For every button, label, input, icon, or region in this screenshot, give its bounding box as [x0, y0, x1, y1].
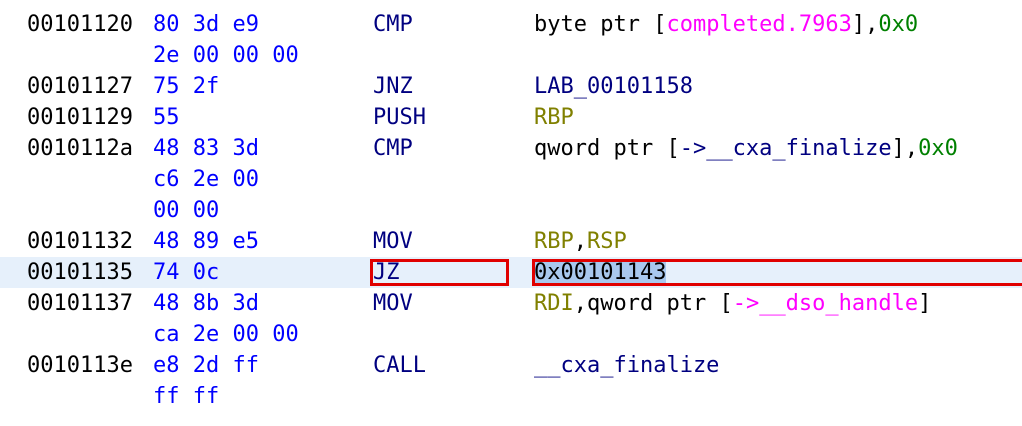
instruction-mnemonic[interactable]: CMP	[373, 9, 413, 40]
instruction-operands[interactable]: qword ptr [->__cxa_finalize],0x0	[534, 133, 958, 164]
operand-highlight-box	[532, 259, 1022, 286]
instruction-bytes[interactable]: 74 0c	[153, 257, 219, 288]
instruction-mnemonic[interactable]: CALL	[373, 350, 426, 381]
instruction-address[interactable]: 0010112a	[27, 133, 133, 164]
instruction-bytes[interactable]: 48 89 e5	[153, 226, 259, 257]
instruction-row[interactable]: 00101129 55 PUSH RBP	[0, 102, 1022, 133]
operand-immediate: 0x0	[878, 12, 919, 37]
instruction-bytes-continuation[interactable]: ff ff	[0, 381, 1022, 412]
instruction-mnemonic[interactable]: MOV	[373, 288, 413, 319]
instruction-mnemonic[interactable]: MOV	[373, 226, 413, 257]
instruction-address[interactable]: 00101135	[27, 257, 133, 288]
instruction-bytes[interactable]: ca 2e 00 00	[153, 319, 299, 350]
instruction-bytes-continuation[interactable]: 2e 00 00 00	[0, 40, 1022, 71]
operand-text: byte ptr [	[534, 12, 667, 37]
instruction-bytes-continuation[interactable]: c6 2e 00	[0, 164, 1022, 195]
operand-label[interactable]: LAB_00101158	[534, 74, 693, 99]
operand-label[interactable]: ->__cxa_finalize	[680, 136, 892, 161]
instruction-bytes[interactable]: 55	[153, 102, 180, 133]
mnemonic-highlight-box	[370, 259, 509, 286]
instruction-row[interactable]: 0010113e e8 2d ff CALL __cxa_finalize	[0, 350, 1022, 381]
instruction-bytes[interactable]: 00 00	[153, 195, 219, 226]
instruction-row[interactable]: 00101135 74 0c JZ 0x00101143	[0, 257, 1022, 288]
instruction-bytes[interactable]: 75 2f	[153, 71, 219, 102]
instruction-row[interactable]: 00101132 48 89 e5 MOV RBP,RSP	[0, 226, 1022, 257]
instruction-address[interactable]: 00101132	[27, 226, 133, 257]
operand-symbol[interactable]: ->__dso_handle	[733, 291, 918, 316]
instruction-address[interactable]: 00101137	[27, 288, 133, 319]
instruction-mnemonic[interactable]: JNZ	[373, 71, 413, 102]
instruction-bytes-continuation[interactable]: ca 2e 00 00	[0, 319, 1022, 350]
instruction-operands[interactable]: RDI,qword ptr [->__dso_handle]	[534, 288, 931, 319]
instruction-row[interactable]: 0010112a 48 83 3d CMP qword ptr [->__cxa_fi…	[0, 133, 1022, 164]
disassembly-listing[interactable]: 00101120 80 3d e9 CMP byte ptr [completed.7…	[0, 0, 1022, 426]
operand-register[interactable]: RBP	[534, 105, 574, 130]
instruction-mnemonic[interactable]: PUSH	[373, 102, 426, 133]
instruction-operands[interactable]: byte ptr [completed.7963],0x0	[534, 9, 918, 40]
instruction-address[interactable]: 00101120	[27, 9, 133, 40]
instruction-bytes[interactable]: 48 8b 3d	[153, 288, 259, 319]
operand-register[interactable]: RSP	[587, 229, 627, 254]
operand-text: ],	[851, 12, 879, 37]
instruction-bytes[interactable]: 48 83 3d	[153, 133, 259, 164]
instruction-operands[interactable]: LAB_00101158	[534, 71, 693, 102]
instruction-operands[interactable]: __cxa_finalize	[534, 350, 719, 381]
instruction-bytes[interactable]: c6 2e 00	[153, 164, 259, 195]
instruction-mnemonic[interactable]: CMP	[373, 133, 413, 164]
operand-register[interactable]: RDI	[534, 291, 574, 316]
instruction-address[interactable]: 00101127	[27, 71, 133, 102]
instruction-address[interactable]: 00101129	[27, 102, 133, 133]
instruction-bytes[interactable]: ff ff	[153, 381, 219, 412]
operand-register[interactable]: RBP	[534, 229, 574, 254]
operand-text: qword ptr [	[534, 136, 680, 161]
instruction-bytes[interactable]: e8 2d ff	[153, 350, 259, 381]
operand-text: ,	[573, 229, 587, 254]
instruction-bytes[interactable]: 2e 00 00 00	[153, 40, 299, 71]
instruction-bytes-continuation[interactable]: 00 00	[0, 195, 1022, 226]
instruction-operands[interactable]: RBP,RSP	[534, 226, 627, 257]
instruction-row[interactable]: 00101120 80 3d e9 CMP byte ptr [completed.7…	[0, 9, 1022, 40]
instruction-row[interactable]: 00101137 48 8b 3d MOV RDI,qword ptr [->__ds…	[0, 288, 1022, 319]
operand-text: ]	[918, 291, 932, 316]
instruction-row[interactable]: 00101127 75 2f JNZ LAB_00101158	[0, 71, 1022, 102]
operand-text: ],	[891, 136, 919, 161]
instruction-bytes[interactable]: 80 3d e9	[153, 9, 259, 40]
instruction-operands[interactable]: RBP	[534, 102, 574, 133]
operand-label[interactable]: __cxa_finalize	[534, 353, 719, 378]
instruction-address[interactable]: 0010113e	[27, 350, 133, 381]
operand-immediate: 0x0	[918, 136, 958, 161]
operand-symbol[interactable]: completed.7963	[666, 12, 851, 37]
operand-text: ,qword ptr [	[573, 291, 733, 316]
